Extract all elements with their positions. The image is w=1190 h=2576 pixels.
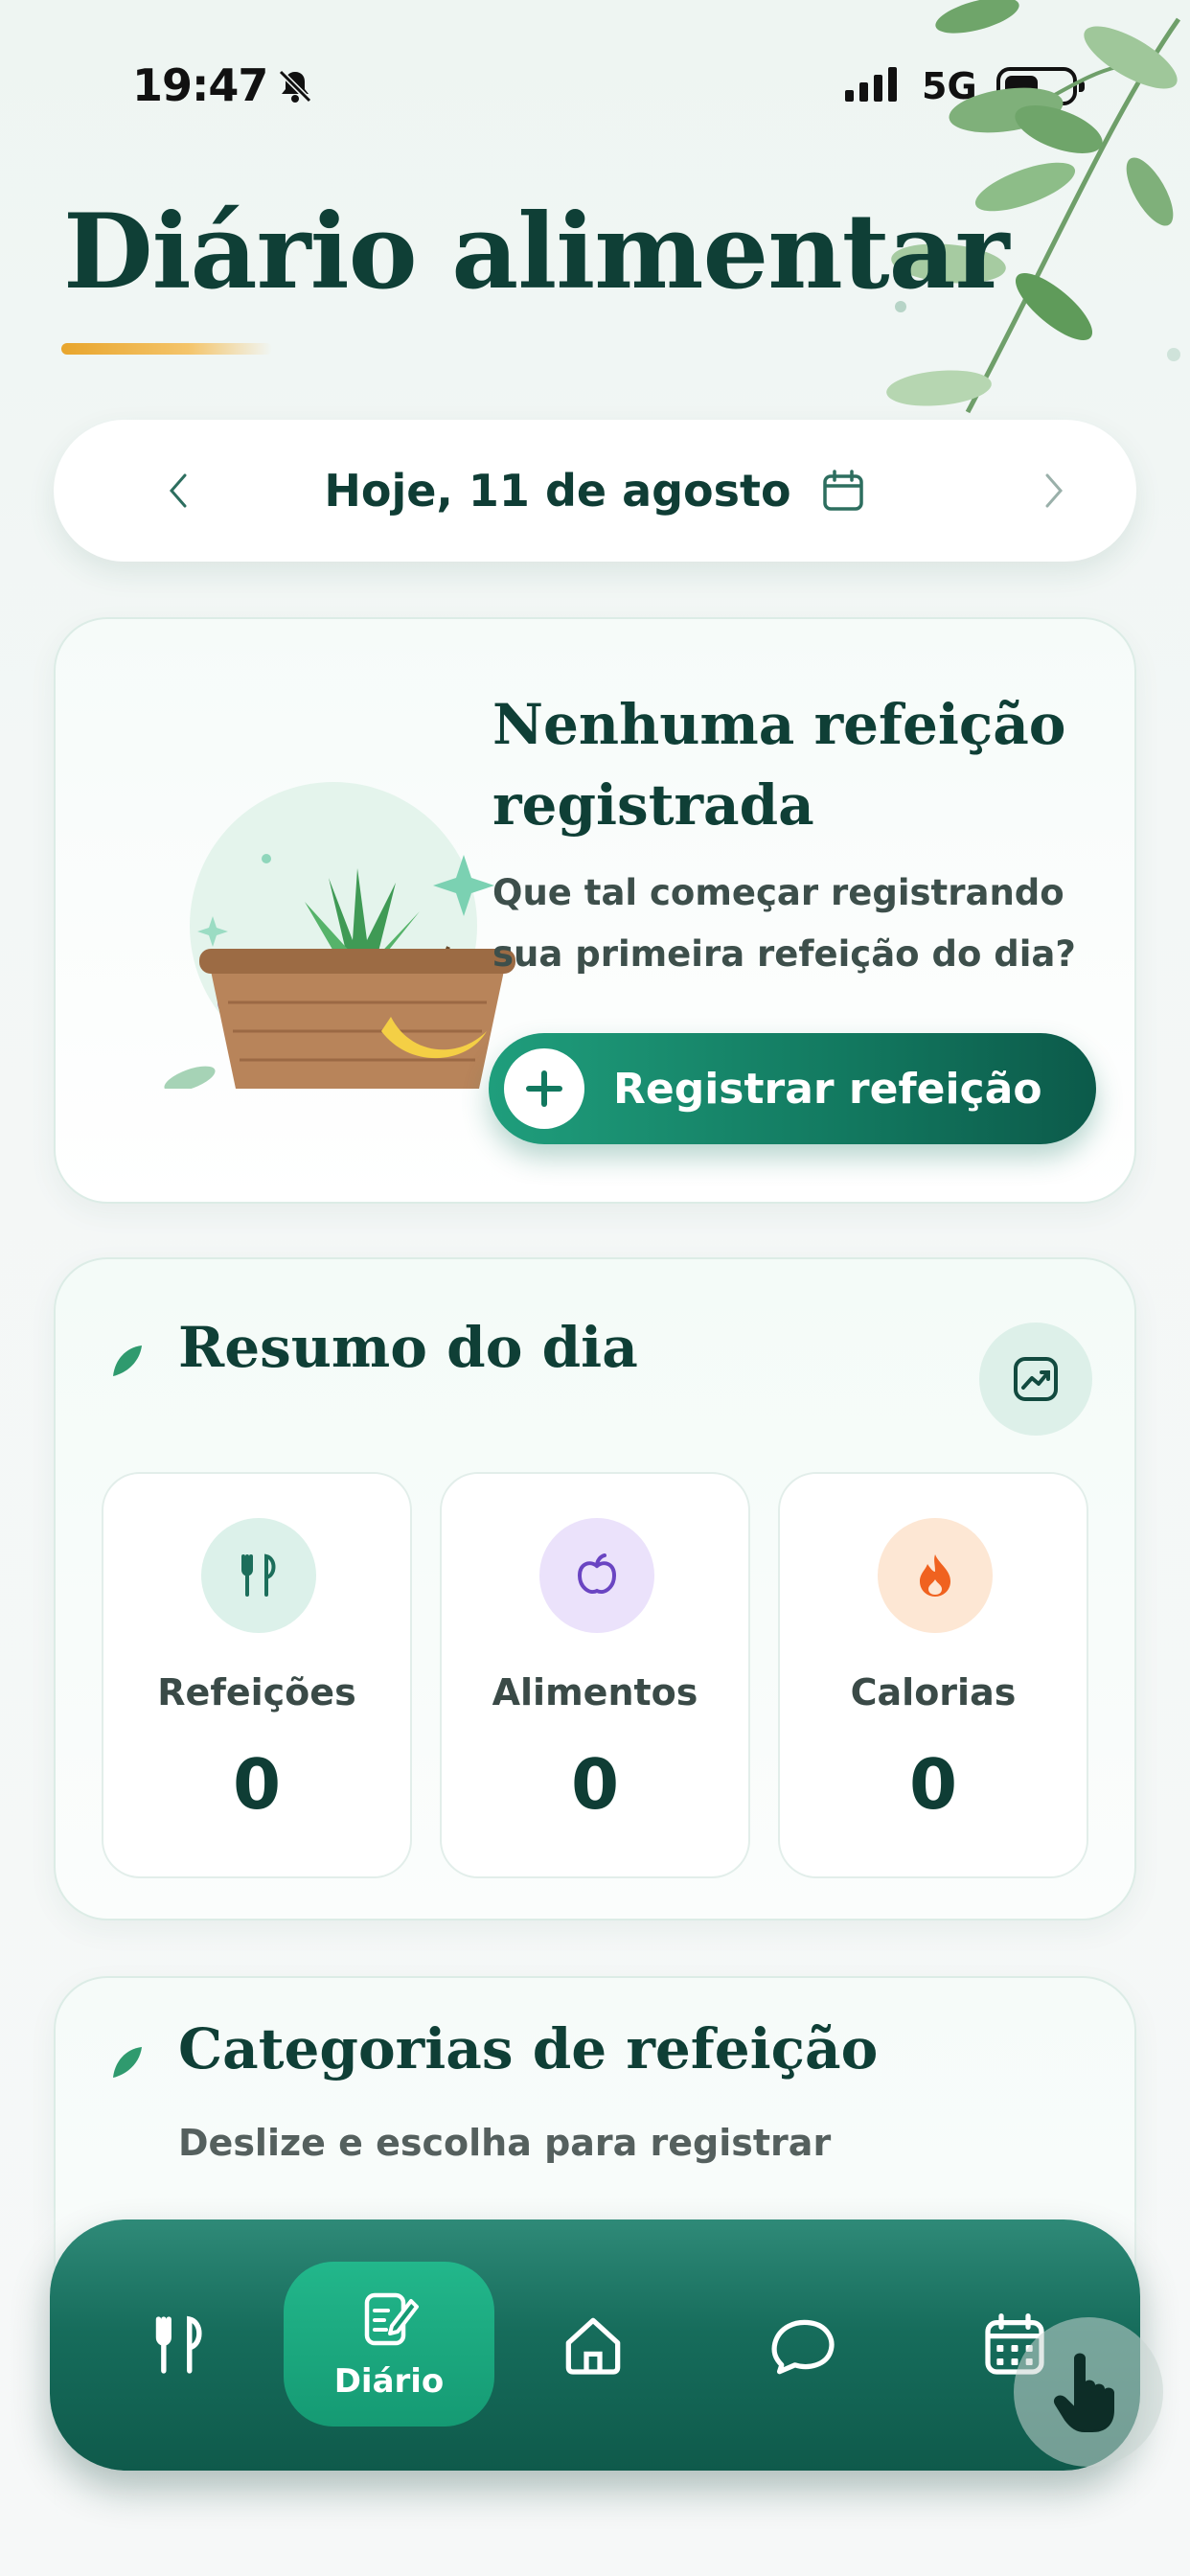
stat-value: 0 <box>232 1744 282 1825</box>
stat-value: 0 <box>908 1744 958 1825</box>
page-title: Diário alimentar <box>63 192 1010 312</box>
stat-value: 0 <box>570 1744 620 1825</box>
day-summary-card: Resumo do dia Refeições 0 Alimentos 0 Ca… <box>54 1257 1136 1920</box>
apple-icon <box>539 1518 654 1633</box>
status-time: 19:47 <box>132 59 268 111</box>
nav-chat[interactable] <box>732 2220 876 2471</box>
plus-icon <box>504 1048 584 1129</box>
stat-label: Alimentos <box>492 1671 698 1714</box>
categories-subtitle: Deslize e escolha para registrar <box>178 2122 832 2164</box>
nav-diary-label: Diário <box>333 2362 445 2401</box>
stat-meals: Refeições 0 <box>102 1472 412 1878</box>
empty-meals-card: Nenhuma refeição registrada Que tal come… <box>54 617 1136 1204</box>
chevron-left-icon[interactable] <box>149 462 207 519</box>
chat-icon <box>771 2319 835 2375</box>
chevron-right-icon[interactable] <box>1025 462 1083 519</box>
notebook-pen-icon <box>364 2292 419 2346</box>
nav-meals[interactable] <box>107 2220 251 2471</box>
leaf-icon <box>113 2047 142 2078</box>
date-label[interactable]: Hoje, 11 de agosto <box>324 465 790 517</box>
register-meal-button[interactable]: Registrar refeição <box>489 1033 1096 1144</box>
register-meal-label: Registrar refeição <box>613 1064 1042 1114</box>
flame-icon <box>878 1518 993 1633</box>
utensils-icon <box>201 1518 316 1633</box>
assistive-touch-button[interactable] <box>1014 2317 1163 2467</box>
stat-calories: Calorias 0 <box>778 1472 1088 1878</box>
empty-title: Nenhuma refeição registrada <box>492 692 1066 838</box>
stat-label: Calorias <box>850 1671 1017 1714</box>
date-selector: Hoje, 11 de agosto <box>54 420 1136 562</box>
hand-pointer-icon <box>1054 2353 1114 2432</box>
utensils-icon <box>155 2315 202 2374</box>
nav-home[interactable] <box>521 2220 665 2471</box>
stat-label: Refeições <box>157 1671 356 1714</box>
chart-button[interactable] <box>979 1322 1092 1436</box>
nav-diary[interactable]: Diário <box>284 2262 494 2426</box>
stat-foods: Alimentos 0 <box>440 1472 750 1878</box>
bottom-nav: Diário <box>50 2220 1140 2471</box>
home-icon <box>565 2317 621 2375</box>
summary-title: Resumo do dia <box>178 1315 638 1380</box>
title-underline <box>61 343 272 355</box>
bell-off-icon <box>278 69 312 104</box>
chart-icon <box>1014 1357 1058 1401</box>
leaf-icon <box>113 1346 142 1376</box>
empty-subtitle: Que tal começar registrando sua primeira… <box>492 872 1076 975</box>
calendar-icon[interactable] <box>820 468 866 514</box>
fruit-basket-illustration <box>164 782 525 1089</box>
categories-title: Categorias de refeição <box>178 2016 879 2082</box>
